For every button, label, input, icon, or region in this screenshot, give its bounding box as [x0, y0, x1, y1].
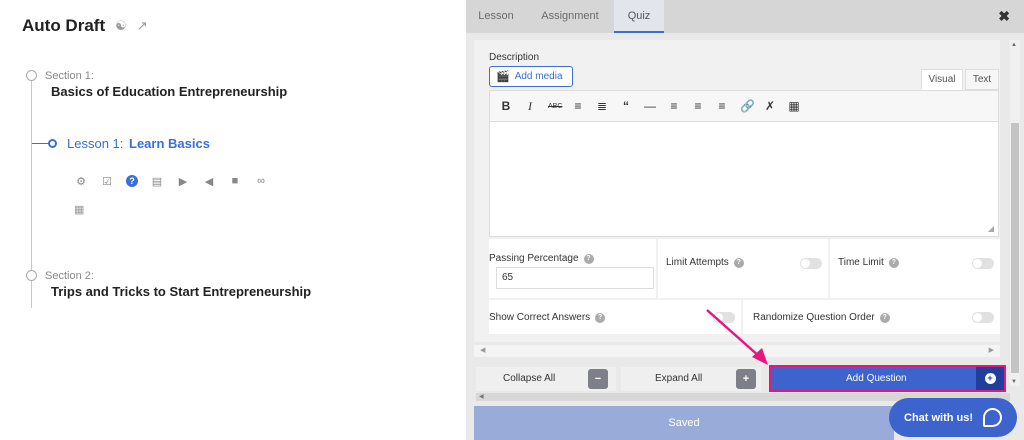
tab-assignment[interactable]: Assignment	[528, 0, 612, 33]
randomize-question-order-label: Randomize Question Order	[753, 312, 875, 323]
lesson-tools: ⚙ ☑ ? ▤ ▶ ◀ ■ ∞	[74, 174, 268, 188]
expand-all-label: Expand All	[655, 373, 703, 384]
vertical-scrollbar[interactable]: ▲ ▼	[1010, 40, 1020, 386]
document-icon[interactable]: ▤	[150, 174, 164, 188]
bullet-list-icon[interactable]: ≡	[572, 99, 584, 113]
collapse-all-label: Collapse All	[503, 373, 556, 384]
show-correct-answers-toggle[interactable]	[713, 312, 735, 323]
randomize-question-order-toggle[interactable]	[972, 312, 994, 323]
chat-bubble-icon	[983, 408, 1003, 427]
section-1-dot	[26, 70, 37, 81]
randomize-question-order-cell: Randomize Question Order ?	[743, 300, 1000, 334]
align-left-icon[interactable]: ≡	[668, 99, 680, 113]
editor-tab-visual[interactable]: Visual	[921, 69, 963, 90]
section-2-label: Section 2:	[45, 270, 94, 282]
help-icon[interactable]: ?	[595, 312, 606, 323]
time-limit-toggle[interactable]	[972, 258, 994, 269]
plus-icon[interactable]: +	[736, 369, 756, 389]
scrollbar-thumb[interactable]	[1011, 123, 1019, 373]
course-outline: Auto Draft ☯ ↗ Section 1: Basics of Educ…	[0, 0, 466, 440]
media-icon: 🎬	[496, 71, 510, 83]
show-correct-answers-label: Show Correct Answers	[489, 312, 591, 323]
lesson-dot	[48, 139, 57, 148]
time-limit-label-row: Time Limit ?	[838, 257, 899, 268]
gear-icon[interactable]: ⚙	[74, 174, 88, 188]
course-title-row: Auto Draft ☯ ↗	[22, 16, 148, 36]
add-question-plus-icon[interactable]: +	[976, 367, 1004, 390]
limit-attempts-label: Limit Attempts	[666, 257, 729, 268]
help-icon[interactable]: ?	[733, 257, 744, 268]
section-1-label: Section 1:	[45, 70, 94, 82]
show-correct-answers-label-row: Show Correct Answers ?	[489, 312, 606, 323]
lesson-1-label[interactable]: Lesson 1:	[67, 136, 123, 151]
add-media-button[interactable]: 🎬 Add media	[489, 66, 573, 87]
lock-icon[interactable]: ■	[228, 174, 242, 188]
saved-button[interactable]: Saved	[474, 406, 894, 440]
chat-label: Chat with us!	[904, 411, 974, 424]
resize-handle-icon[interactable]: ◢	[988, 224, 994, 233]
tab-quiz[interactable]: Quiz	[614, 0, 664, 33]
collapse-all-button[interactable]: Collapse All −	[476, 367, 616, 391]
editor-toolbar: B I ABC ≡ ≣ “ — ≡ ≡ ≡ 🔗 ✗ ▦	[489, 90, 999, 122]
help-icon[interactable]: ?	[888, 257, 899, 268]
align-center-icon[interactable]: ≡	[692, 99, 704, 113]
section-1-title[interactable]: Basics of Education Entrepreneurship	[51, 84, 287, 99]
limit-attempts-cell: Limit Attempts ?	[658, 239, 828, 298]
play-icon[interactable]: ▶	[176, 174, 190, 188]
description-editor[interactable]: ◢	[489, 122, 999, 237]
link-icon[interactable]: 🔗	[740, 99, 755, 113]
section-2-dot	[26, 270, 37, 281]
passing-percentage-input[interactable]: 65	[496, 267, 654, 289]
question-actions: Collapse All − Expand All + Add Question…	[466, 364, 1024, 394]
wordpress-icon[interactable]: ☯	[115, 18, 127, 34]
add-media-label: Add media	[514, 71, 563, 82]
italic-icon[interactable]: I	[524, 99, 536, 114]
tab-lesson[interactable]: Lesson	[466, 0, 526, 33]
editor-tab-text[interactable]: Text	[965, 69, 999, 90]
question-icon[interactable]: ?	[126, 175, 138, 187]
time-limit-label: Time Limit	[838, 257, 884, 268]
limit-attempts-label-row: Limit Attempts ?	[666, 257, 744, 268]
expand-all-button[interactable]: Expand All +	[621, 367, 761, 391]
add-question-button[interactable]: Add Question +	[769, 365, 1006, 392]
close-icon[interactable]: ✖	[998, 8, 1010, 25]
horizontal-line-icon[interactable]: —	[644, 99, 656, 113]
limit-attempts-toggle[interactable]	[800, 258, 822, 269]
panel-tabs: Lesson Assignment Quiz ✖	[466, 0, 1024, 33]
passing-percentage-label: Passing Percentage	[489, 253, 579, 264]
strikethrough-icon[interactable]: ABC	[548, 103, 562, 110]
passing-percentage-cell: Passing Percentage ? 65	[489, 239, 656, 298]
audio-icon[interactable]: ◀	[202, 174, 216, 188]
unlink-icon[interactable]: ✗	[764, 99, 776, 113]
scroll-left-icon[interactable]: ◀	[480, 346, 485, 354]
checkbox-icon[interactable]: ☑	[100, 174, 114, 188]
lesson-1-title[interactable]: Learn Basics	[129, 136, 210, 151]
bold-icon[interactable]: B	[500, 99, 512, 113]
add-question-label: Add Question	[846, 373, 907, 384]
numbered-list-icon[interactable]: ≣	[596, 99, 608, 113]
passing-percentage-label-row: Passing Percentage ?	[489, 253, 594, 264]
randomize-question-order-label-row: Randomize Question Order ?	[753, 312, 890, 323]
editor-panel: Lesson Assignment Quiz ✖ Description 🎬 A…	[466, 0, 1024, 440]
calendar-icon[interactable]: ▦	[74, 203, 84, 216]
align-right-icon[interactable]: ≡	[716, 99, 728, 113]
external-link-icon[interactable]: ↗	[137, 18, 148, 34]
scroll-up-icon[interactable]: ▲	[1011, 42, 1017, 48]
toolbar-toggle-icon[interactable]: ▦	[788, 99, 800, 113]
scroll-left-icon[interactable]: ◀	[479, 393, 484, 400]
show-correct-answers-cell: Show Correct Answers ?	[489, 300, 741, 334]
section-2-title[interactable]: Trips and Tricks to Start Entrepreneursh…	[51, 284, 311, 299]
help-icon[interactable]: ?	[879, 312, 890, 323]
inner-horizontal-scrollbar[interactable]: ◀ ▶	[474, 345, 1000, 357]
help-icon[interactable]: ?	[583, 253, 594, 264]
minus-icon[interactable]: −	[588, 369, 608, 389]
chat-widget-button[interactable]: Chat with us!	[889, 398, 1017, 437]
blockquote-icon[interactable]: “	[620, 99, 632, 113]
description-label: Description	[489, 52, 540, 63]
time-limit-cell: Time Limit ?	[830, 239, 1000, 298]
course-title: Auto Draft	[22, 16, 106, 35]
unlink-icon[interactable]: ∞	[254, 174, 268, 188]
scroll-right-icon[interactable]: ▶	[989, 346, 994, 354]
quiz-settings-card: Description 🎬 Add media Visual Text B I …	[474, 40, 1000, 342]
